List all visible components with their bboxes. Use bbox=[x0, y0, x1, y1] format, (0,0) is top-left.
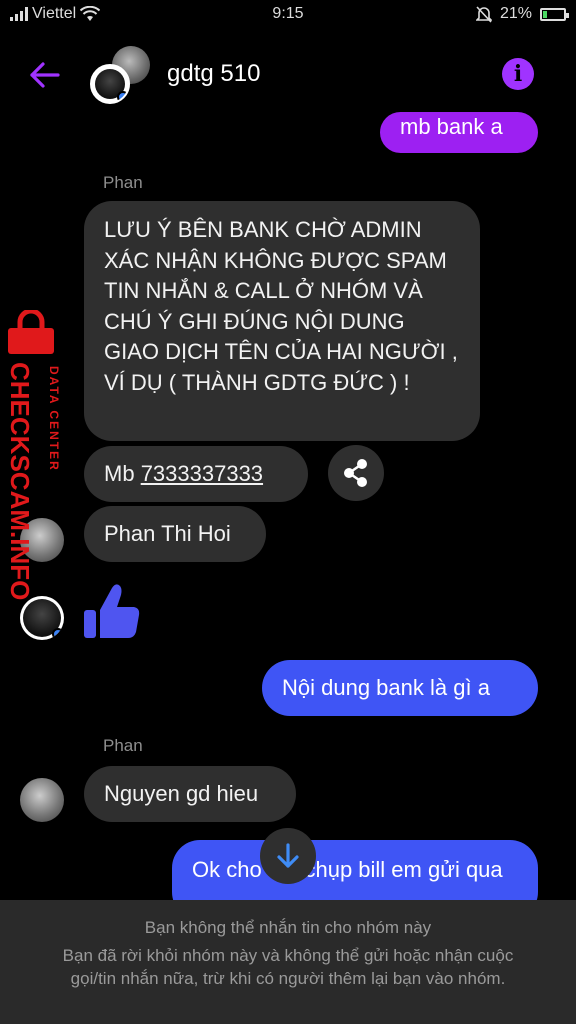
chat-title[interactable]: gdtg 510 bbox=[167, 60, 260, 88]
avatar[interactable] bbox=[20, 778, 64, 822]
message-incoming[interactable]: Phan Thi Hoi bbox=[84, 506, 266, 562]
sender-name: Phan bbox=[103, 736, 143, 755]
sender-name: Phan bbox=[103, 173, 143, 192]
status-bar: Viettel 9:15 21% bbox=[0, 0, 576, 30]
message-text: Nguyen gd hieu bbox=[104, 781, 259, 806]
battery-percent: 21% bbox=[499, 5, 532, 22]
padlock-icon bbox=[8, 310, 54, 354]
message-incoming[interactable]: Mb 7333337333 bbox=[84, 446, 308, 502]
back-arrow-icon[interactable] bbox=[28, 58, 62, 92]
notice-title: Bạn không thể nhắn tin cho nhóm này bbox=[144, 918, 432, 937]
message-text: LƯU Ý BÊN BANK CHỜ ADMIN XÁC NHẬN KHÔNG … bbox=[104, 217, 458, 395]
share-button[interactable] bbox=[328, 445, 384, 501]
message-outgoing[interactable]: Nội dung bank là gì a bbox=[262, 660, 538, 716]
battery-icon bbox=[540, 7, 569, 21]
status-right: 21% bbox=[475, 5, 569, 23]
chat-header: gdtg 510 i bbox=[0, 40, 576, 110]
checkscam-watermark: DATA CENTER CHECKSCAM.INFO bbox=[4, 310, 64, 600]
watermark-title: CHECKSCAM.INFO bbox=[5, 362, 35, 601]
message-text: Nội dung bank là gì a bbox=[282, 675, 490, 700]
group-avatar[interactable] bbox=[90, 64, 130, 104]
message-outgoing[interactable]: mb bank a bbox=[380, 112, 538, 153]
scroll-to-bottom-button[interactable] bbox=[260, 828, 316, 884]
watermark-subtitle: DATA CENTER bbox=[47, 366, 61, 472]
share-icon bbox=[344, 459, 367, 487]
message-text: mb bank a bbox=[400, 114, 503, 139]
group-left-notice: Bạn không thể nhắn tin cho nhóm này Bạn … bbox=[0, 900, 576, 1024]
arrow-down-icon bbox=[277, 843, 299, 868]
bell-off-icon bbox=[475, 6, 492, 23]
message-incoming[interactable]: LƯU Ý BÊN BANK CHỜ ADMIN XÁC NHẬN KHÔNG … bbox=[84, 201, 480, 441]
notice-body: Bạn đã rời khỏi nhóm này và không thể gử… bbox=[62, 946, 514, 988]
phone-number-link[interactable]: 7333337333 bbox=[141, 461, 263, 486]
message-text-prefix: Mb bbox=[104, 461, 141, 486]
message-text: Ok cho em chụp bill em gửi qua bbox=[192, 857, 503, 882]
info-icon[interactable]: i bbox=[502, 58, 534, 90]
message-incoming[interactable]: Nguyen gd hieu bbox=[84, 766, 296, 822]
message-text: Phan Thi Hoi bbox=[104, 521, 231, 546]
thumbs-up-icon[interactable] bbox=[82, 580, 142, 642]
avatar[interactable] bbox=[20, 596, 64, 640]
